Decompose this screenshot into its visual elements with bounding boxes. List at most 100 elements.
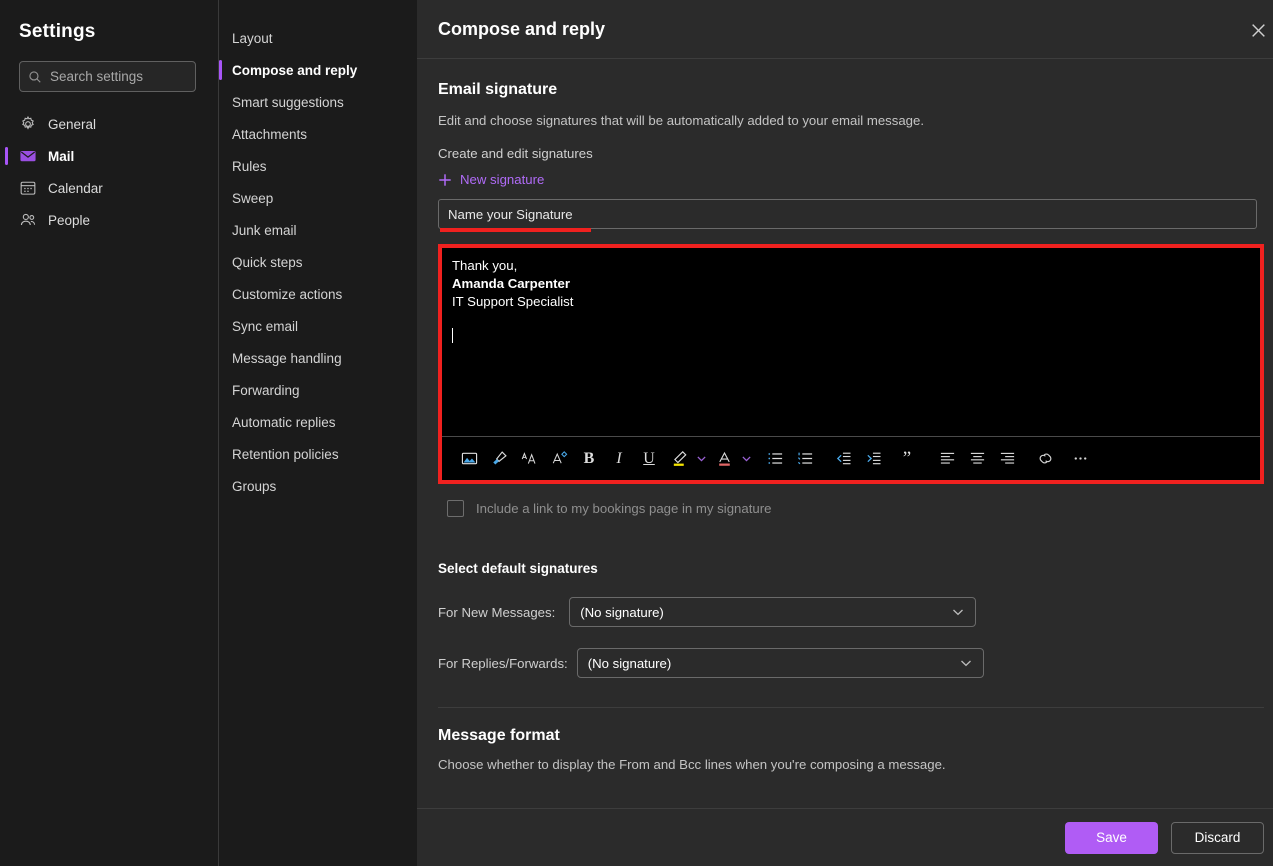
search-input[interactable] bbox=[50, 69, 190, 84]
subnav-label: Groups bbox=[232, 478, 277, 494]
settings-main-panel: Compose and reply Email signature Edit a… bbox=[417, 0, 1273, 866]
subnav-item-message-handling[interactable]: Message handling bbox=[219, 342, 417, 374]
new-signature-button[interactable]: New signature bbox=[438, 172, 544, 187]
plus-icon bbox=[439, 173, 451, 186]
subnav-item-rules[interactable]: Rules bbox=[219, 150, 417, 182]
quote-icon: ” bbox=[902, 447, 912, 469]
signature-line: Amanda Carpenter bbox=[452, 276, 570, 291]
replies-forwards-signature-dropdown[interactable]: (No signature) bbox=[576, 648, 984, 678]
create-edit-signatures-label: Create and edit signatures bbox=[438, 146, 593, 161]
highlight-color-dropdown[interactable] bbox=[694, 445, 709, 473]
decrease-indent-button[interactable] bbox=[828, 444, 858, 474]
new-signature-label: New signature bbox=[460, 172, 545, 187]
decrease-font-size-button[interactable] bbox=[544, 444, 574, 474]
align-right-button[interactable] bbox=[992, 444, 1022, 474]
subnav-label: Sweep bbox=[232, 190, 274, 206]
increase-font-size-button[interactable] bbox=[514, 444, 544, 474]
subnav-item-smart-suggestions[interactable]: Smart suggestions bbox=[219, 86, 417, 118]
message-format-description: Choose whether to display the From and B… bbox=[438, 757, 946, 772]
increase-indent-button[interactable] bbox=[858, 444, 888, 474]
subnav-item-sweep[interactable]: Sweep bbox=[219, 182, 417, 214]
subnav-item-forwarding[interactable]: Forwarding bbox=[219, 374, 417, 406]
chevron-down-icon bbox=[697, 456, 706, 462]
mail-icon bbox=[20, 150, 36, 162]
sidebar-item-mail[interactable]: Mail bbox=[0, 140, 218, 172]
underline-button[interactable]: U bbox=[634, 444, 664, 474]
replies-forwards-row: For Replies/Forwards: (No signature) bbox=[438, 648, 1264, 678]
italic-button[interactable]: I bbox=[604, 444, 634, 474]
increase-font-size-icon bbox=[521, 452, 535, 464]
quote-button[interactable]: ” bbox=[892, 444, 922, 474]
search-settings-box[interactable] bbox=[19, 61, 196, 92]
subnav-label: Quick steps bbox=[232, 254, 303, 270]
new-messages-row: For New Messages: (No signature) bbox=[438, 597, 1264, 627]
insert-picture-button[interactable] bbox=[454, 444, 484, 474]
close-settings-button[interactable] bbox=[1241, 13, 1273, 47]
signature-editor-textarea[interactable]: Thank you, Amanda Carpenter IT Support S… bbox=[442, 248, 1260, 436]
sidebar-item-general[interactable]: General bbox=[0, 108, 218, 140]
sidebar-item-people[interactable]: People bbox=[0, 204, 218, 236]
align-center-icon bbox=[970, 452, 984, 464]
mail-settings-subnav: Layout Compose and reply Smart suggestio… bbox=[218, 0, 417, 866]
subnav-item-layout[interactable]: Layout bbox=[219, 22, 417, 54]
chevron-down-icon bbox=[953, 609, 964, 616]
subnav-item-sync-email[interactable]: Sync email bbox=[219, 310, 417, 342]
settings-window: Settings General Mail bbox=[0, 0, 1273, 866]
subnav-item-attachments[interactable]: Attachments bbox=[219, 118, 417, 150]
subnav-item-automatic-replies[interactable]: Automatic replies bbox=[219, 406, 417, 438]
subnav-label: Customize actions bbox=[232, 286, 343, 302]
highlight-color-icon bbox=[673, 450, 687, 466]
signature-name-input[interactable] bbox=[438, 199, 1257, 229]
signature-line: IT Support Specialist bbox=[452, 294, 574, 309]
search-icon bbox=[29, 70, 41, 83]
align-center-button[interactable] bbox=[962, 444, 992, 474]
text-caret bbox=[452, 328, 453, 343]
numbered-list-icon bbox=[797, 452, 812, 465]
subnav-item-compose-and-reply[interactable]: Compose and reply bbox=[219, 54, 417, 86]
subnav-label: Automatic replies bbox=[232, 414, 336, 430]
numbered-list-button[interactable] bbox=[790, 444, 820, 474]
sidebar-item-label: General bbox=[48, 116, 97, 132]
chevron-down-icon bbox=[742, 456, 751, 462]
bookings-link-row[interactable]: Include a link to my bookings page in my… bbox=[447, 500, 1264, 517]
highlight-color-button[interactable] bbox=[664, 444, 694, 474]
format-painter-button[interactable] bbox=[484, 444, 514, 474]
subnav-item-groups[interactable]: Groups bbox=[219, 470, 417, 502]
bookings-checkbox[interactable] bbox=[447, 500, 464, 517]
subnav-label: Compose and reply bbox=[232, 62, 358, 78]
more-options-button[interactable] bbox=[1065, 444, 1095, 474]
bold-icon: B bbox=[583, 449, 595, 467]
bulleted-list-button[interactable] bbox=[760, 444, 790, 474]
main-body: Email signature Edit and choose signatur… bbox=[417, 59, 1273, 808]
new-messages-signature-dropdown[interactable]: (No signature) bbox=[569, 597, 977, 627]
save-button[interactable]: Save bbox=[1065, 821, 1158, 854]
subnav-label: Rules bbox=[232, 158, 267, 174]
bold-button[interactable]: B bbox=[574, 444, 604, 474]
sidebar-item-label: Calendar bbox=[48, 180, 103, 196]
subnav-label: Sync email bbox=[232, 318, 299, 334]
signature-name-highlight bbox=[440, 228, 591, 232]
align-left-button[interactable] bbox=[932, 444, 962, 474]
subnav-label: Layout bbox=[232, 30, 273, 46]
subnav-item-retention-policies[interactable]: Retention policies bbox=[219, 438, 417, 470]
insert-link-button[interactable] bbox=[1030, 444, 1060, 474]
sidebar-item-calendar[interactable]: Calendar bbox=[0, 172, 218, 204]
replies-forwards-label: For Replies/Forwards: bbox=[438, 655, 568, 671]
subnav-item-quick-steps[interactable]: Quick steps bbox=[219, 246, 417, 278]
subnav-item-customize-actions[interactable]: Customize actions bbox=[219, 278, 417, 310]
chevron-down-icon bbox=[960, 660, 971, 667]
section-divider bbox=[438, 707, 1264, 708]
subnav-item-junk-email[interactable]: Junk email bbox=[219, 214, 417, 246]
decrease-indent-icon bbox=[836, 452, 850, 465]
font-color-button[interactable] bbox=[709, 444, 739, 474]
main-header: Compose and reply bbox=[417, 0, 1273, 59]
subnav-label: Smart suggestions bbox=[232, 94, 344, 110]
align-left-icon bbox=[940, 452, 954, 464]
signature-formatting-toolbar: B I U ” bbox=[442, 436, 1260, 480]
insert-link-icon bbox=[1039, 453, 1051, 464]
gear-icon bbox=[22, 115, 34, 130]
discard-button[interactable]: Discard bbox=[1171, 821, 1264, 854]
close-icon bbox=[1251, 23, 1265, 37]
font-color-dropdown[interactable] bbox=[739, 445, 754, 473]
new-messages-label: For New Messages: bbox=[438, 604, 556, 620]
